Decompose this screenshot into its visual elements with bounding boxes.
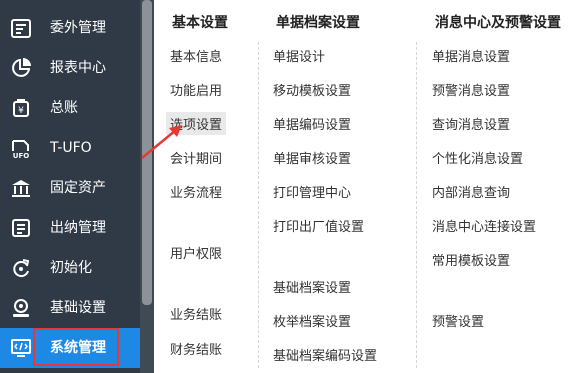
ufo-icon: UFO bbox=[12, 140, 29, 159]
menu-link-mobile-template-settings[interactable]: 移动模板设置 bbox=[273, 80, 351, 99]
menu-link-basic-info[interactable]: 基本信息 bbox=[170, 46, 222, 65]
sidebar-item-label: 委外管理 bbox=[50, 20, 106, 36]
sidebar-item-cashier[interactable]: 出纳管理 bbox=[0, 208, 140, 248]
sidebar-item-fixed-assets[interactable]: 固定资产 bbox=[0, 168, 140, 208]
basic-settings-icon bbox=[13, 299, 29, 317]
column-header-message-center-alert-settings: 消息中心及预警设置 bbox=[435, 15, 561, 31]
menu-link-enum-archive-settings[interactable]: 枚举档案设置 bbox=[273, 311, 351, 330]
active-item-highlight-box bbox=[33, 328, 119, 366]
svg-text:¥: ¥ bbox=[18, 106, 24, 116]
column-header-document-archive-settings: 单据档案设置 bbox=[276, 15, 360, 31]
svg-text:UFO: UFO bbox=[13, 152, 29, 159]
menu-link-print-management-center[interactable]: 打印管理中心 bbox=[273, 182, 351, 201]
menu-link-financial-closing[interactable]: 财务结账 bbox=[170, 339, 222, 358]
menu-link-user-permissions[interactable]: 用户权限 bbox=[170, 243, 222, 262]
menu-link-document-design[interactable]: 单据设计 bbox=[273, 46, 325, 65]
sidebar-item-t-ufo[interactable]: UFO T-UFO bbox=[0, 128, 140, 168]
code-monitor-icon bbox=[11, 339, 31, 357]
annotation-arrow-icon bbox=[141, 125, 182, 159]
menu-link-print-factory-defaults[interactable]: 打印出厂值设置 bbox=[273, 216, 364, 235]
pie-chart-icon bbox=[12, 58, 31, 77]
menu-link-message-center-connection-settings[interactable]: 消息中心连接设置 bbox=[432, 216, 536, 235]
menu-link-internal-message-query[interactable]: 内部消息查询 bbox=[432, 182, 510, 201]
outsource-icon bbox=[11, 19, 31, 38]
sidebar-item-outsource[interactable]: 委外管理 bbox=[0, 8, 140, 48]
menu-link-document-message-settings[interactable]: 单据消息设置 bbox=[432, 46, 510, 65]
sidebar-item-report-center[interactable]: 报表中心 bbox=[0, 48, 140, 88]
sidebar-item-general-ledger[interactable]: ¥ 总账 bbox=[0, 88, 140, 128]
refresh-icon bbox=[13, 259, 30, 278]
sidebar-item-basic-settings[interactable]: 基础设置 bbox=[0, 288, 140, 328]
cashier-icon bbox=[12, 219, 30, 237]
menu-link-feature-enable[interactable]: 功能启用 bbox=[170, 80, 222, 99]
bank-icon bbox=[12, 180, 30, 197]
menu-link-business-process[interactable]: 业务流程 bbox=[170, 182, 222, 201]
sidebar-item-label: 固定资产 bbox=[50, 180, 106, 196]
column-header-basic-settings: 基本设置 bbox=[172, 15, 228, 31]
sidebar-item-label: 基础设置 bbox=[50, 300, 106, 316]
menu-link-business-closing[interactable]: 业务结账 bbox=[170, 304, 222, 323]
menu-link-document-code-settings[interactable]: 单据编码设置 bbox=[273, 114, 351, 133]
menu-link-document-review-settings[interactable]: 单据审核设置 bbox=[273, 148, 351, 167]
sidebar-item-label: 出纳管理 bbox=[50, 220, 106, 236]
sidebar-item-label: 初始化 bbox=[50, 260, 92, 276]
sidebar-item-label: T-UFO bbox=[50, 140, 92, 156]
column-divider bbox=[258, 42, 259, 368]
sidebar: 委外管理 报表中心 ¥ 总账 UFO T-UFO 固定资产 出纳管理 初始化 基… bbox=[0, 0, 140, 373]
menu-link-alert-message-settings[interactable]: 预警消息设置 bbox=[432, 80, 510, 99]
ledger-icon: ¥ bbox=[13, 99, 29, 117]
column-divider bbox=[416, 42, 417, 368]
menu-link-personalized-message-settings[interactable]: 个性化消息设置 bbox=[432, 148, 523, 167]
menu-link-alert-settings[interactable]: 预警设置 bbox=[432, 311, 484, 330]
menu-link-query-message-settings[interactable]: 查询消息设置 bbox=[432, 114, 510, 133]
sidebar-item-label: 总账 bbox=[50, 100, 78, 116]
menu-link-basic-archive-code-settings[interactable]: 基础档案编码设置 bbox=[273, 345, 377, 364]
menu-link-common-template-settings[interactable]: 常用模板设置 bbox=[432, 250, 510, 269]
sidebar-item-label: 报表中心 bbox=[50, 60, 106, 76]
sidebar-item-initialize[interactable]: 初始化 bbox=[0, 248, 140, 288]
menu-link-basic-archive-settings[interactable]: 基础档案设置 bbox=[273, 277, 351, 296]
